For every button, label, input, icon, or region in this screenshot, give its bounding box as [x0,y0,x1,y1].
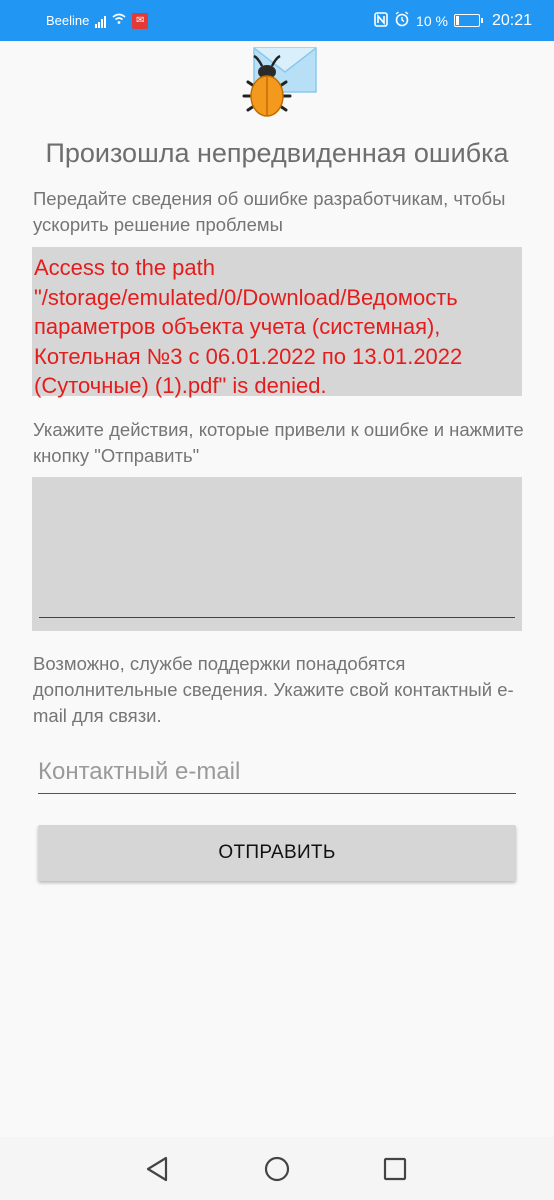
email-field[interactable] [38,752,516,794]
email-underline [38,793,516,794]
actions-description-input[interactable] [32,477,522,631]
intro-text: Передайте сведения об ошибке разработчик… [33,188,506,235]
recents-icon[interactable] [381,1155,409,1183]
wifi-icon [112,13,126,28]
clock: 20:21 [491,11,532,29]
email-input[interactable] [38,752,516,792]
error-message: Access to the path "/storage/emulated/0/… [32,247,522,398]
field-underline [39,617,515,618]
bug-report-icon [238,46,318,118]
back-icon[interactable] [144,1155,172,1183]
battery-percent: 10 % [416,12,448,29]
battery-icon [453,14,483,27]
page-title: Произошла непредвиденная ошибка [45,138,509,168]
status-bar: Beeline ✉ 10 % 20:21 [0,0,554,41]
actions-prompt: Укажите действия, которые привели к ошиб… [33,419,524,466]
home-icon[interactable] [263,1155,291,1183]
signal-icon [95,14,107,28]
app-notification-icon: ✉ [132,12,149,29]
status-right: 10 % 20:21 [374,11,532,30]
send-button[interactable]: ОТПРАВИТЬ [38,825,516,881]
actions-description-field[interactable] [32,477,522,631]
nfc-icon [374,11,388,30]
contact-prompt: Возможно, службе поддержки понадобятся д… [33,653,514,726]
alarm-icon [394,11,410,30]
status-left: Beeline ✉ [46,12,149,29]
carrier-name: Beeline [46,13,90,28]
navigation-bar [0,1137,554,1200]
